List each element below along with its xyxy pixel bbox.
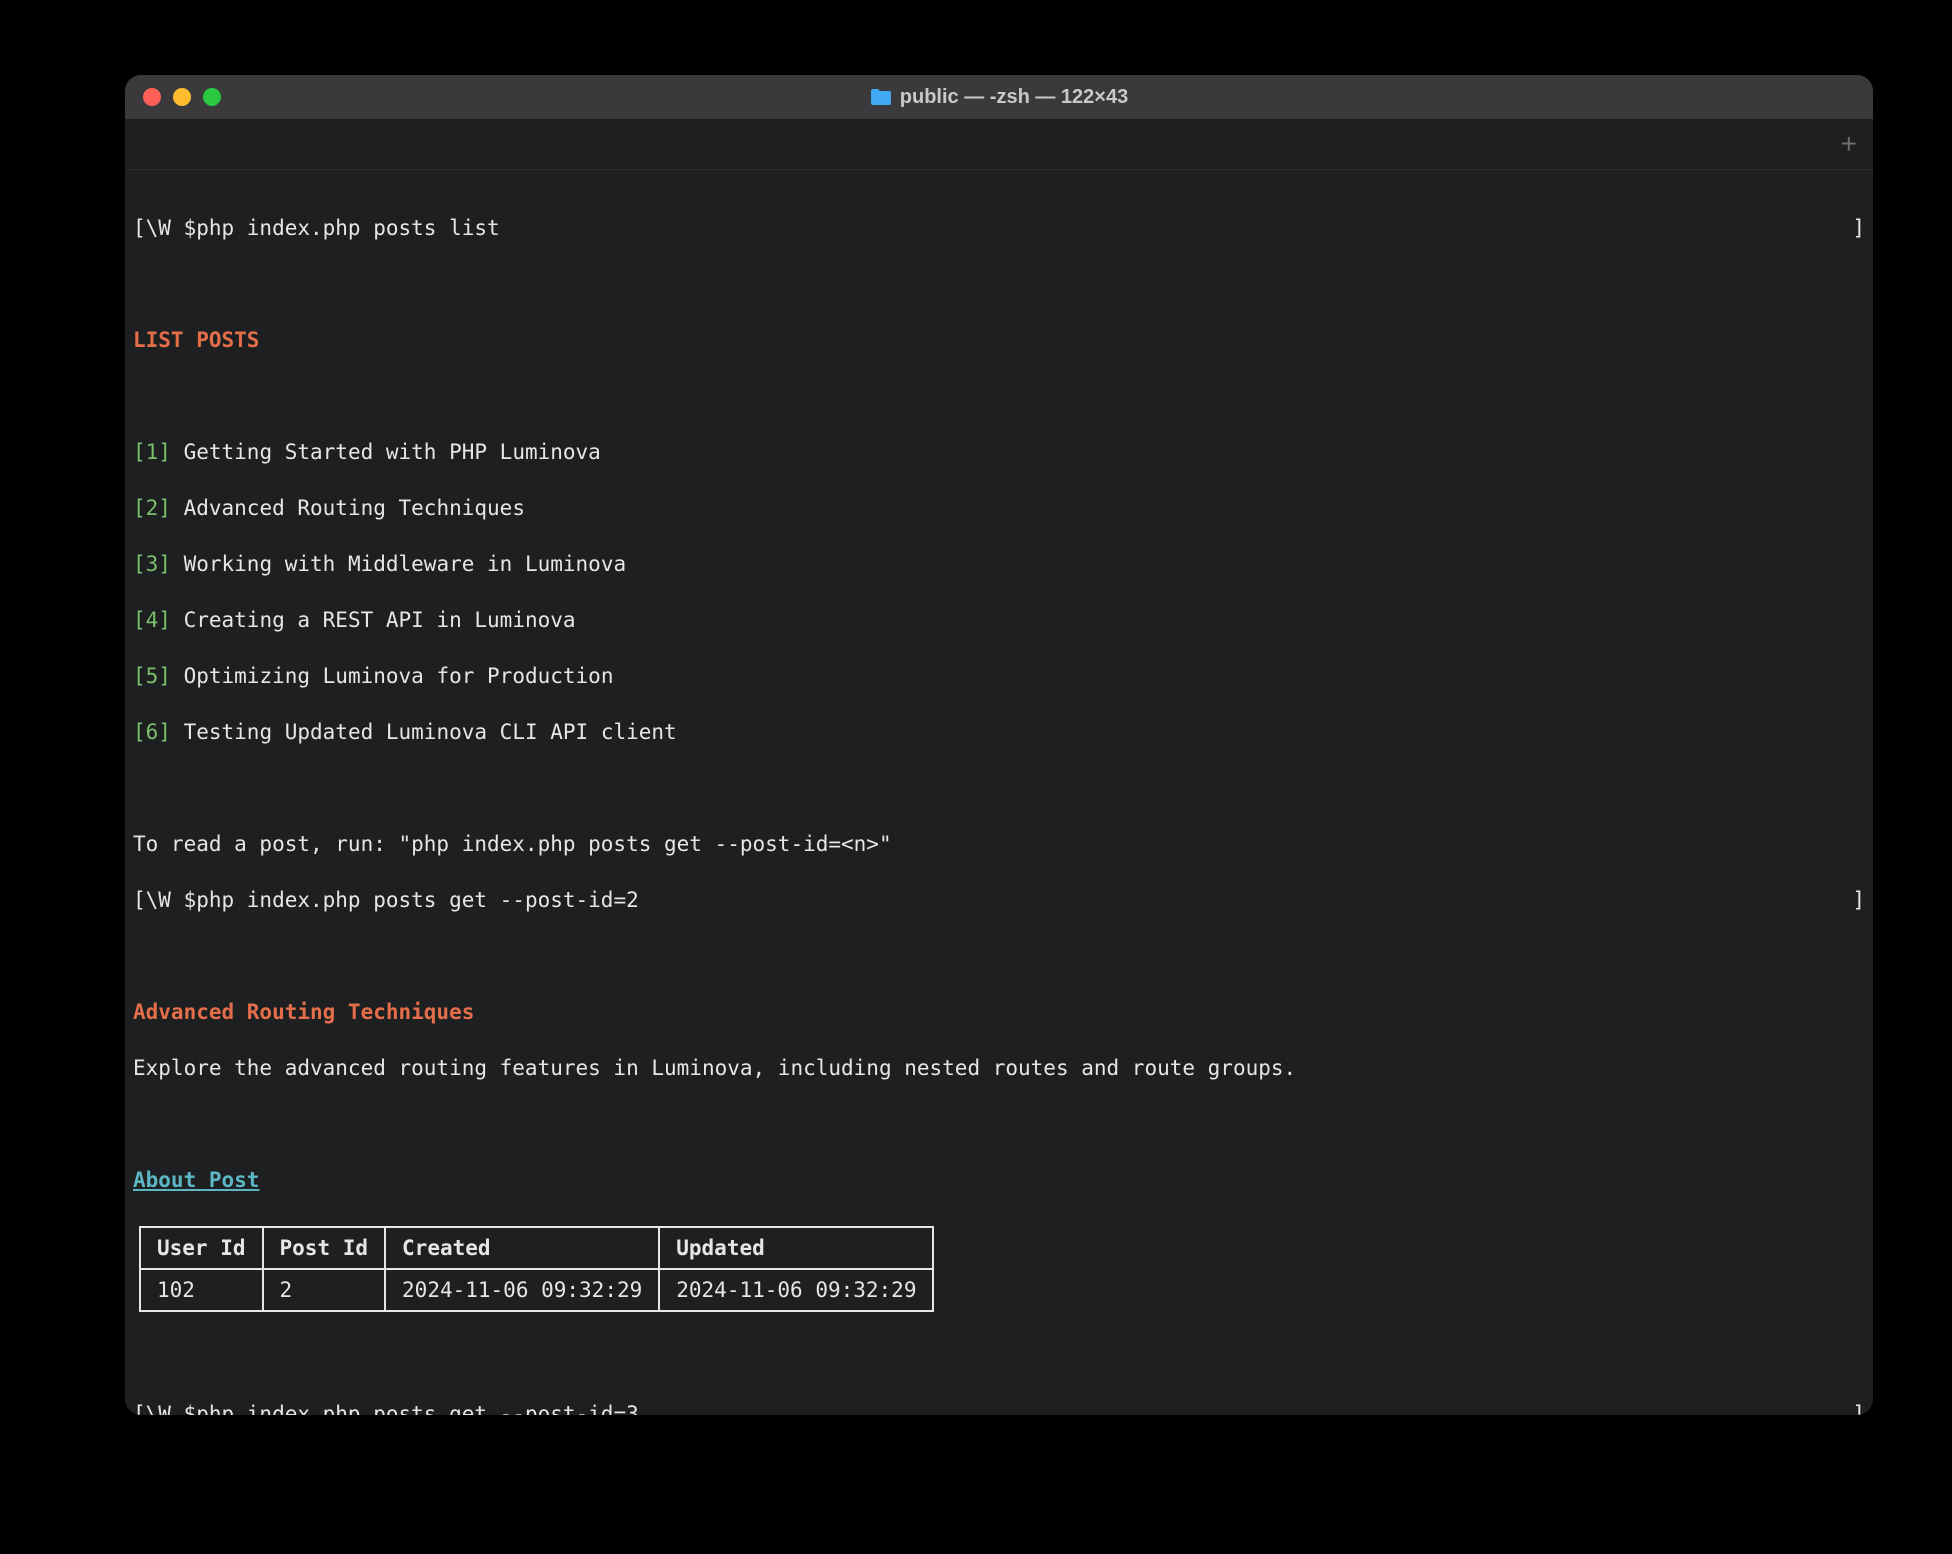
list-item-title: Advanced Routing Techniques — [184, 496, 525, 520]
window-title: public — -zsh — 122×43 — [125, 86, 1873, 109]
list-item-id: [6] — [133, 720, 171, 744]
list-item-id: [2] — [133, 496, 171, 520]
titlebar: public — -zsh — 122×43 — [125, 75, 1873, 119]
table-row: 102 2 2024-11-06 09:32:29 2024-11-06 09:… — [140, 1269, 933, 1311]
list-item-title: Creating a REST API in Luminova — [184, 608, 576, 632]
command-list: php index.php posts list — [196, 216, 499, 240]
new-tab-button[interactable]: + — [1841, 130, 1857, 158]
th-created: Created — [385, 1227, 659, 1269]
td-post-id: 2 — [263, 1269, 386, 1311]
th-post-id: Post Id — [263, 1227, 386, 1269]
list-item-title: Getting Started with PHP Luminova — [184, 440, 601, 464]
folder-icon — [870, 88, 892, 106]
list-heading: LIST POSTS — [133, 328, 259, 352]
command-get2: php index.php posts get --post-id=2 — [196, 888, 639, 912]
right-bracket: ] — [1852, 886, 1865, 914]
list-item-id: [1] — [133, 440, 171, 464]
close-icon[interactable] — [143, 88, 161, 106]
th-updated: Updated — [659, 1227, 933, 1269]
list-footer: To read a post, run: "php index.php post… — [133, 830, 1865, 858]
zoom-icon[interactable] — [203, 88, 221, 106]
td-created: 2024-11-06 09:32:29 — [385, 1269, 659, 1311]
terminal-body[interactable]: [\W $php index.php posts list] LIST POST… — [125, 170, 1873, 1415]
post2-table: User Id Post Id Created Updated 102 2 20… — [139, 1226, 934, 1312]
td-updated: 2024-11-06 09:32:29 — [659, 1269, 933, 1311]
td-user-id: 102 — [140, 1269, 263, 1311]
list-item-title: Testing Updated Luminova CLI API client — [184, 720, 677, 744]
list-item-id: [5] — [133, 664, 171, 688]
right-bracket: ] — [1852, 1400, 1865, 1415]
list-item-id: [3] — [133, 552, 171, 576]
window-title-text: public — -zsh — 122×43 — [900, 86, 1128, 109]
list-item-id: [4] — [133, 608, 171, 632]
list-item-title: Working with Middleware in Luminova — [184, 552, 627, 576]
list-item-title: Optimizing Luminova for Production — [184, 664, 614, 688]
minimize-icon[interactable] — [173, 88, 191, 106]
right-bracket: ] — [1852, 214, 1865, 242]
prompt: [\W $ — [133, 216, 196, 240]
command-get3: php index.php posts get --post-id=3 — [196, 1402, 639, 1415]
prompt: [\W $ — [133, 1402, 196, 1415]
terminal-window: public — -zsh — 122×43 + [\W $php index.… — [125, 75, 1873, 1415]
traffic-lights — [125, 88, 221, 106]
post2-about: About Post — [133, 1168, 259, 1192]
post2-body: Explore the advanced routing features in… — [133, 1054, 1865, 1082]
post2-title: Advanced Routing Techniques — [133, 1000, 474, 1024]
tab-bar: + — [125, 119, 1873, 170]
prompt: [\W $ — [133, 888, 196, 912]
th-user-id: User Id — [140, 1227, 263, 1269]
